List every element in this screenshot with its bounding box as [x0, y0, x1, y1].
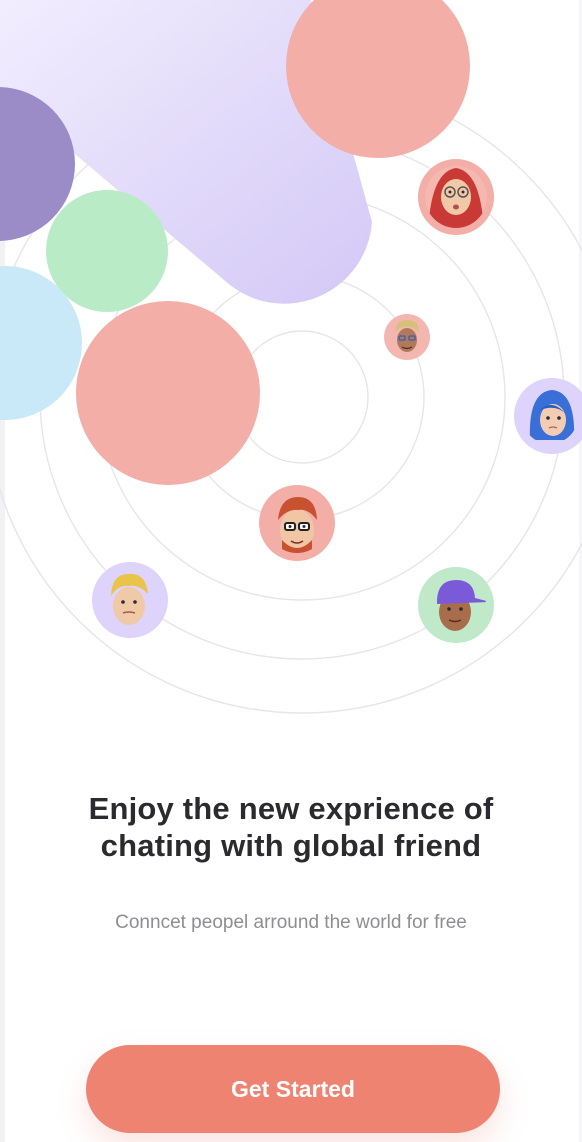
- headline-line-2: chating with global friend: [100, 828, 482, 863]
- red-hair-glasses-avatar: [259, 485, 335, 561]
- hero-illustration: [0, 0, 582, 714]
- subtitle: Conncet peopel arround the world for fre…: [115, 912, 467, 933]
- blue-hair-avatar: [514, 378, 582, 454]
- onboarding-screen: Enjoy the new exprience of chating with …: [0, 0, 582, 1142]
- blond-man-avatar: [92, 562, 168, 638]
- get-started-button[interactable]: Get Started: [86, 1045, 500, 1133]
- woman-hijab-avatar: [418, 159, 494, 235]
- headline: Enjoy the new exprience of chating with …: [40, 790, 542, 864]
- mint-blob: [46, 190, 168, 312]
- man-curly-hair-avatar: [384, 314, 430, 360]
- salmon-blob-center: [76, 301, 260, 485]
- headline-line-1: Enjoy the new exprience of: [88, 791, 494, 826]
- cap-boy-avatar: [418, 567, 494, 643]
